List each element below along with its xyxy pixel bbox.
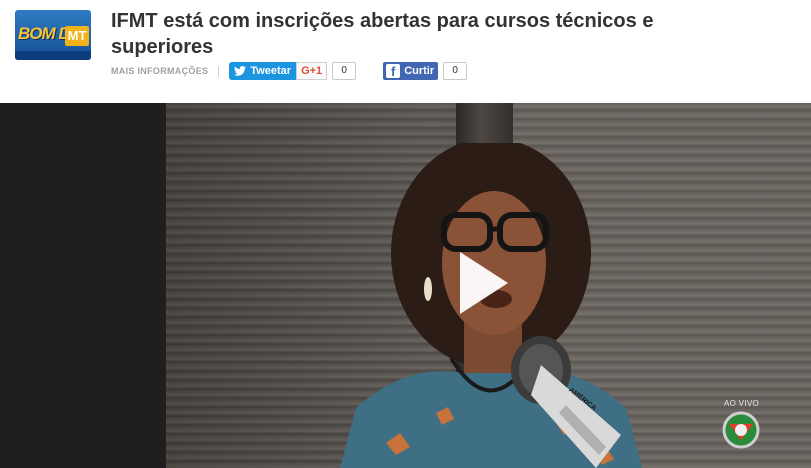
gplus-count: 0 [332,62,357,80]
share-bar: MAIS INFORMAÇÕES Tweetar G+1 0 f Curtir … [111,62,468,80]
video-title[interactable]: IFMT está com inscrições abertas para cu… [111,8,671,60]
facebook-like-label: Curtir [404,65,435,77]
tweet-label: Tweetar [250,65,292,77]
tweet-button[interactable]: Tweetar [229,62,297,80]
video-header: BOM DIA MT IFMT está com inscrições aber… [0,0,811,103]
twitter-bird-icon [234,66,247,76]
facebook-icon: f [386,64,401,78]
channel-logo [722,411,760,449]
live-label: AO VIVO [724,399,759,408]
video-player[interactable]: AMÉRICA AO VIVO [166,103,811,468]
gplus-label: G+1 [301,65,323,77]
play-icon [460,252,508,314]
google-plus-button[interactable]: G+1 [296,62,328,80]
logo-stripe [15,51,91,60]
facebook-like-button[interactable]: f Curtir [383,62,439,80]
program-logo[interactable]: BOM DIA MT [15,10,91,60]
logo-badge: MT [65,26,89,46]
more-info-link[interactable]: MAIS INFORMAÇÕES [111,66,208,76]
facebook-count: 0 [443,62,468,80]
divider [218,65,220,77]
play-button[interactable] [444,248,514,318]
